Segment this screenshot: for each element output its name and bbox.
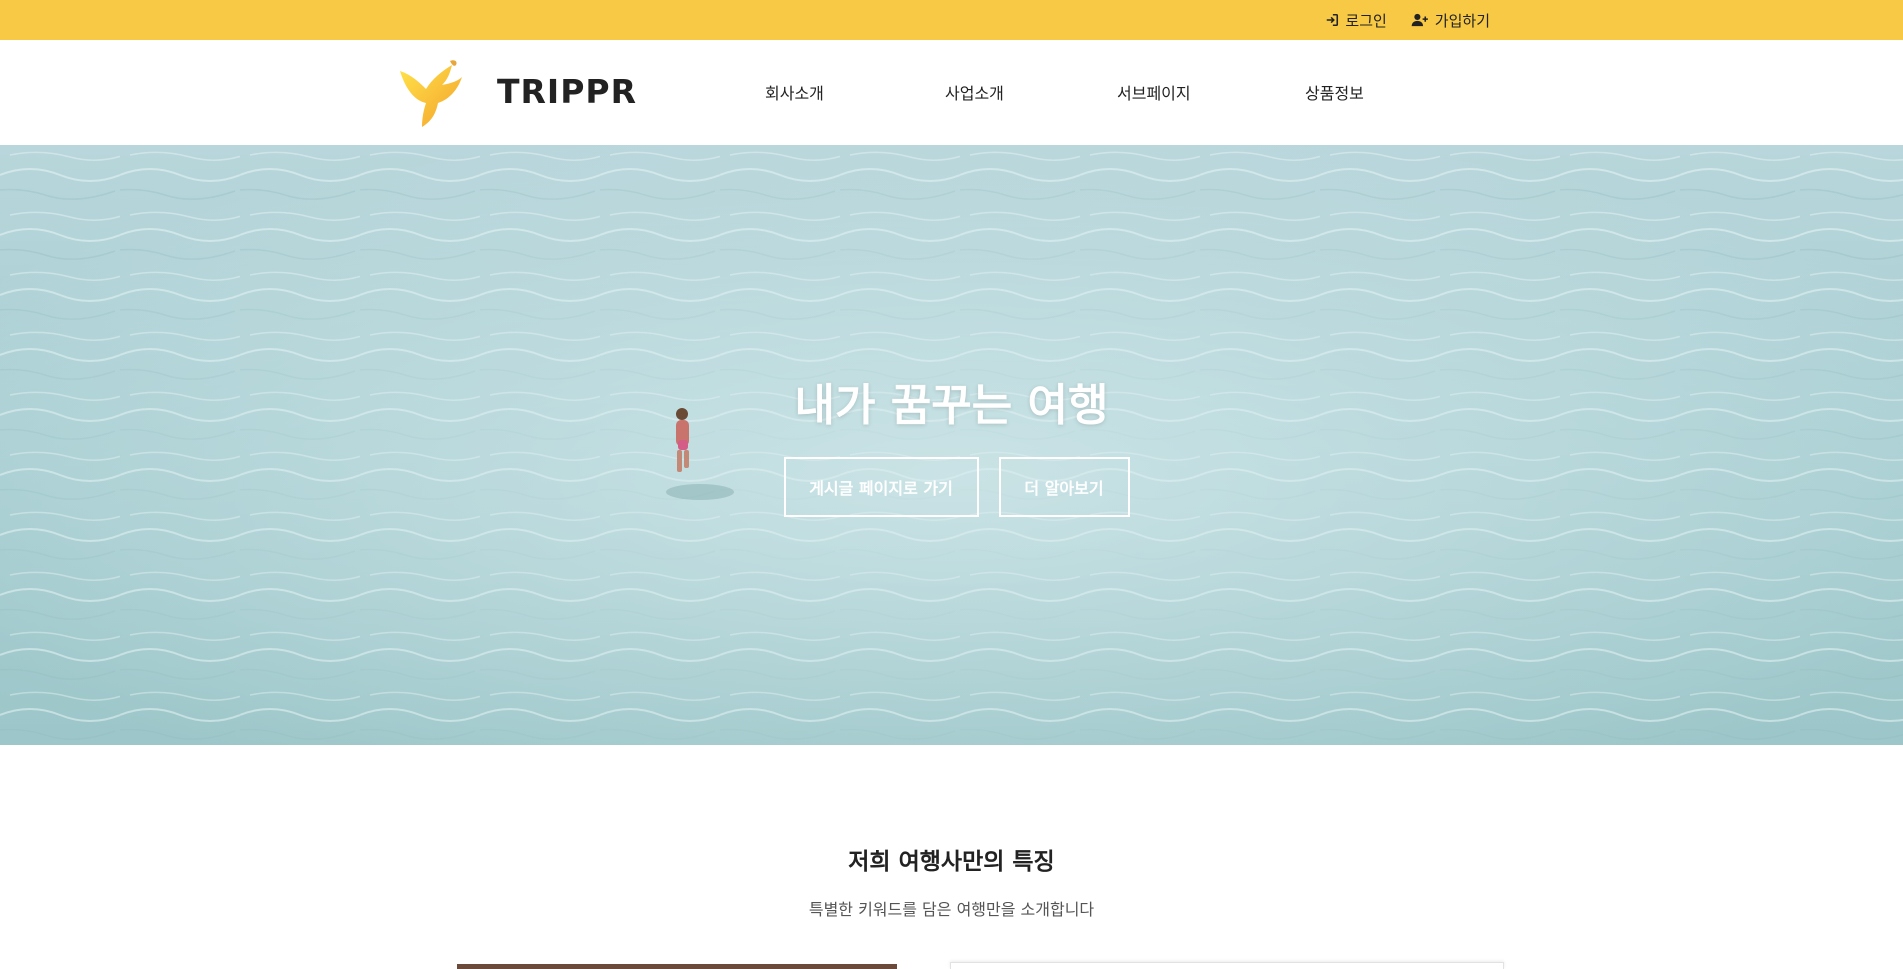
hero-background-image <box>0 145 1903 745</box>
feature-text-card <box>950 962 1504 969</box>
nav-products[interactable]: 상품정보 <box>1305 80 1364 104</box>
learn-more-button[interactable]: 더 알아보기 <box>998 457 1130 517</box>
hero-buttons: 게시글 페이지로 가기 더 알아보기 <box>0 457 1903 517</box>
features-section: 저희 여행사만의 특징 특별한 키워드를 담은 여행만을 소개합니다 <box>0 745 1903 969</box>
features-subtitle: 특별한 키워드를 담은 여행만을 소개합니다 <box>808 900 1095 919</box>
nav-business[interactable]: 사업소개 <box>945 80 1004 104</box>
login-link[interactable]: 로그인 <box>1325 10 1387 31</box>
main-nav: 회사소개 사업소개 서브페이지 상품정보 <box>0 40 1903 145</box>
features-title: 저희 여행사만의 특징 <box>848 849 1055 875</box>
signup-link[interactable]: 가입하기 <box>1411 10 1490 31</box>
nav-company[interactable]: 회사소개 <box>765 80 824 104</box>
user-plus-icon <box>1411 13 1429 27</box>
login-label: 로그인 <box>1345 11 1387 30</box>
site-header: TRIPPR 회사소개 사업소개 서브페이지 상품정보 <box>0 40 1903 145</box>
nav-subpage[interactable]: 서브페이지 <box>1117 80 1191 104</box>
sign-in-icon <box>1325 13 1339 27</box>
top-links: 로그인 가입하기 <box>1325 0 1490 40</box>
hero-section: 내가 꿈꾸는 여행 게시글 페이지로 가기 더 알아보기 <box>0 145 1903 745</box>
hero-title: 내가 꿈꾸는 여행 <box>794 380 1109 431</box>
go-to-posts-button[interactable]: 게시글 페이지로 가기 <box>783 457 979 517</box>
signup-label: 가입하기 <box>1434 11 1490 30</box>
top-bar: 로그인 가입하기 <box>0 0 1903 40</box>
feature-image-card[interactable] <box>457 964 897 969</box>
